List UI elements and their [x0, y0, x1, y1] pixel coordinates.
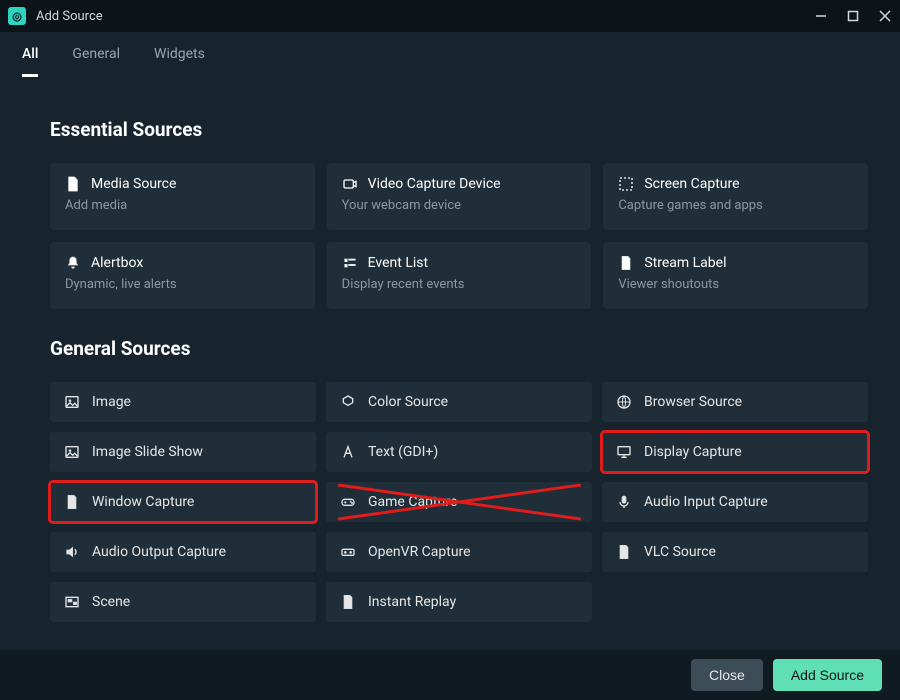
camera-icon [342, 176, 358, 192]
tabs-bar: All General Widgets [0, 32, 900, 78]
item-label: VLC Source [644, 544, 716, 560]
palette-icon [340, 394, 356, 410]
card-desc: Viewer shoutouts [618, 277, 853, 292]
item-label: Audio Output Capture [92, 544, 226, 560]
card-title: Stream Label [644, 255, 726, 271]
section-heading-essential: Essential Sources [50, 118, 868, 141]
item-label: Scene [92, 594, 130, 610]
maximize-button[interactable] [846, 9, 860, 23]
gamepad-icon [340, 494, 356, 510]
source-item-text-gdi[interactable]: Text (GDI+) [326, 432, 592, 472]
item-label: Display Capture [644, 444, 742, 460]
image-icon [64, 394, 80, 410]
card-desc: Display recent events [342, 277, 577, 292]
list-icon [342, 255, 358, 271]
vr-icon [340, 544, 356, 560]
item-label: Audio Input Capture [644, 494, 768, 510]
tab-general[interactable]: General [72, 46, 120, 77]
mic-icon [616, 494, 632, 510]
card-title: Event List [368, 255, 428, 271]
source-item-vlc-source[interactable]: VLC Source [602, 532, 868, 572]
card-title: Alertbox [91, 255, 143, 271]
doc-icon [618, 255, 634, 271]
card-title: Media Source [91, 176, 176, 192]
source-item-scene[interactable]: Scene [50, 582, 316, 622]
item-label: Text (GDI+) [368, 444, 438, 460]
bell-icon [65, 255, 81, 271]
source-card-event-list[interactable]: Event List Display recent events [327, 242, 592, 309]
select-icon [618, 176, 634, 192]
item-label: Browser Source [644, 394, 742, 410]
font-icon [340, 444, 356, 460]
source-item-image-slide-show[interactable]: Image Slide Show [50, 432, 316, 472]
speaker-icon [64, 544, 80, 560]
source-item-game-capture[interactable]: Game Capture [326, 482, 592, 522]
item-label: Image Slide Show [92, 444, 203, 460]
source-card-stream-label[interactable]: Stream Label Viewer shoutouts [603, 242, 868, 309]
scene-icon [64, 594, 80, 610]
monitor-icon [616, 444, 632, 460]
card-desc: Add media [65, 198, 300, 213]
source-item-window-capture[interactable]: Window Capture [50, 482, 316, 522]
source-card-video-capture-device[interactable]: Video Capture Device Your webcam device [327, 163, 592, 230]
card-desc: Dynamic, live alerts [65, 277, 300, 292]
card-title: Screen Capture [644, 176, 739, 192]
item-label: Color Source [368, 394, 448, 410]
close-window-button[interactable] [878, 9, 892, 23]
source-item-instant-replay[interactable]: Instant Replay [326, 582, 592, 622]
source-item-color-source[interactable]: Color Source [326, 382, 592, 422]
window-title: Add Source [36, 9, 814, 24]
add-source-button[interactable]: Add Source [773, 659, 882, 691]
source-card-media-source[interactable]: Media Source Add media [50, 163, 315, 230]
card-title: Video Capture Device [368, 176, 501, 192]
doc-icon [616, 544, 632, 560]
globe-icon [616, 394, 632, 410]
item-label: OpenVR Capture [368, 544, 471, 560]
source-item-audio-input-capture[interactable]: Audio Input Capture [602, 482, 868, 522]
image-icon [64, 444, 80, 460]
essential-grid: Media Source Add media Video Capture Devic… [50, 163, 868, 309]
source-item-display-capture[interactable]: Display Capture [602, 432, 868, 472]
item-label: Game Capture [368, 494, 457, 510]
source-item-browser-source[interactable]: Browser Source [602, 382, 868, 422]
section-heading-general: General Sources [50, 337, 868, 360]
footer-bar: Close Add Source [0, 650, 900, 700]
source-item-audio-output-capture[interactable]: Audio Output Capture [50, 532, 316, 572]
source-item-openvr-capture[interactable]: OpenVR Capture [326, 532, 592, 572]
item-label: Window Capture [92, 494, 194, 510]
doc-icon [64, 494, 80, 510]
tab-all[interactable]: All [22, 46, 38, 77]
source-item-image[interactable]: Image [50, 382, 316, 422]
general-grid: Image Color Source Browser Source Image Sli… [50, 382, 868, 622]
item-label: Instant Replay [368, 594, 456, 610]
close-button[interactable]: Close [691, 659, 763, 691]
titlebar: ◎ Add Source [0, 0, 900, 32]
card-desc: Your webcam device [342, 198, 577, 213]
source-card-screen-capture[interactable]: Screen Capture Capture games and apps [603, 163, 868, 230]
card-desc: Capture games and apps [618, 198, 853, 213]
doc-icon [340, 594, 356, 610]
tab-widgets[interactable]: Widgets [154, 46, 205, 77]
content-scroll[interactable]: Essential Sources Media Source Add media V… [0, 78, 900, 650]
source-card-alertbox[interactable]: Alertbox Dynamic, live alerts [50, 242, 315, 309]
item-label: Image [92, 394, 131, 410]
file-icon [65, 176, 81, 192]
app-icon: ◎ [8, 7, 26, 25]
minimize-button[interactable] [814, 9, 828, 23]
